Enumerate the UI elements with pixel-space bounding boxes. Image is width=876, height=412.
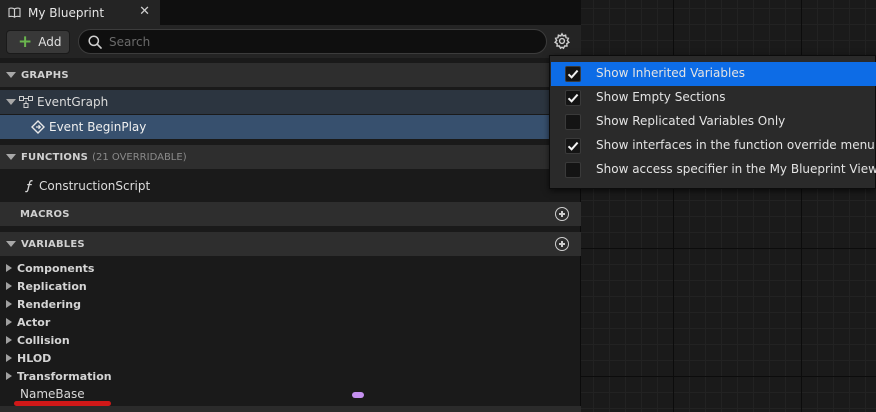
- section-functions-label: FUNCTIONS: [21, 151, 89, 163]
- checkmark-icon: [567, 93, 579, 103]
- collapsed-arrow-icon: [6, 354, 12, 362]
- variable-category-actor[interactable]: Actor: [0, 313, 581, 331]
- function-icon: [25, 180, 33, 193]
- checkmark-icon: [567, 69, 579, 79]
- checkmark-icon: [567, 141, 579, 151]
- expand-arrow-icon: [6, 72, 16, 78]
- search-box[interactable]: [78, 29, 547, 54]
- menu-item-label: Show interfaces in the function override…: [596, 138, 875, 152]
- section-functions[interactable]: FUNCTIONS (21 OVERRIDABLE): [0, 145, 581, 169]
- search-input[interactable]: [109, 34, 529, 49]
- section-functions-count: (21 OVERRIDABLE): [92, 151, 187, 163]
- menu-item-show-interfaces-in-override-menu[interactable]: Show interfaces in the function override…: [551, 134, 876, 158]
- section-macros-label: MACROS: [20, 208, 70, 220]
- add-button[interactable]: + Add: [6, 30, 70, 54]
- variable-category-label: Replication: [17, 279, 87, 293]
- variable-name: NameBase: [20, 387, 85, 401]
- event-graph-icon: [19, 96, 33, 108]
- collapsed-arrow-icon: [6, 318, 12, 326]
- menu-item-label: Show Empty Sections: [596, 90, 726, 104]
- add-button-label: Add: [38, 35, 62, 49]
- search-icon: [88, 34, 102, 49]
- tab-strip: My Blueprint ✕: [0, 0, 581, 25]
- variable-category-label: HLOD: [17, 351, 52, 365]
- menu-item-show-replicated-variables-only[interactable]: Show Replicated Variables Only: [551, 110, 876, 134]
- variable-category-label: Rendering: [17, 297, 81, 311]
- tab-title: My Blueprint: [28, 5, 105, 20]
- close-icon[interactable]: ✕: [139, 4, 150, 19]
- variable-category-replication[interactable]: Replication: [0, 277, 581, 295]
- menu-item-label: Show access specifier in the My Blueprin…: [596, 162, 876, 176]
- menu-item-label: Show Inherited Variables: [596, 66, 745, 80]
- collapsed-arrow-icon: [6, 336, 12, 344]
- graph-item-eventgraph[interactable]: EventGraph: [0, 90, 581, 114]
- section-variables[interactable]: VARIABLES: [0, 232, 581, 256]
- plus-icon: +: [18, 31, 33, 52]
- variable-category-components[interactable]: Components: [0, 259, 581, 277]
- section-variables-label: VARIABLES: [21, 238, 85, 250]
- settings-dropdown-menu: Show Inherited Variables Show Empty Sect…: [549, 55, 876, 189]
- horizontal-scrollbar[interactable]: [0, 406, 581, 412]
- graph-item-label: Event BeginPlay: [49, 120, 147, 134]
- add-macro-icon[interactable]: [555, 207, 569, 221]
- function-item-constructionscript[interactable]: ConstructionScript: [0, 174, 581, 198]
- variable-type-pill-icon[interactable]: [352, 392, 364, 398]
- variable-category-collision[interactable]: Collision: [0, 331, 581, 349]
- section-graphs[interactable]: GRAPHS: [0, 63, 581, 87]
- graph-item-event-beginplay[interactable]: Event BeginPlay: [0, 115, 581, 139]
- section-macros[interactable]: MACROS: [0, 202, 581, 226]
- section-graphs-label: GRAPHS: [21, 69, 69, 81]
- variable-category-label: Actor: [17, 315, 51, 329]
- variable-category-rendering[interactable]: Rendering: [0, 295, 581, 313]
- variable-category-label: Transformation: [17, 369, 112, 383]
- variable-category-label: Components: [17, 261, 95, 275]
- menu-item-show-empty-sections[interactable]: Show Empty Sections: [551, 86, 876, 110]
- variable-category-transformation[interactable]: Transformation: [0, 367, 581, 385]
- event-icon: [31, 120, 45, 134]
- checkbox[interactable]: [565, 90, 581, 106]
- function-item-label: ConstructionScript: [39, 179, 151, 193]
- tab-my-blueprint[interactable]: My Blueprint ✕: [0, 0, 160, 25]
- my-blueprint-panel: My Blueprint ✕ + Add GRAPHS: [0, 0, 581, 412]
- collapsed-arrow-icon: [6, 372, 12, 380]
- checkbox[interactable]: [565, 162, 581, 178]
- menu-item-show-access-specifier[interactable]: Show access specifier in the My Blueprin…: [551, 158, 876, 182]
- collapsed-arrow-icon: [6, 300, 12, 308]
- checkbox[interactable]: [565, 66, 581, 82]
- expand-arrow-icon: [6, 241, 16, 247]
- menu-item-label: Show Replicated Variables Only: [596, 114, 786, 128]
- variable-category-label: Collision: [17, 333, 70, 347]
- checkbox[interactable]: [565, 138, 581, 154]
- gear-icon[interactable]: [553, 32, 571, 50]
- collapsed-arrow-icon: [6, 264, 12, 272]
- toolbar: + Add: [0, 25, 581, 58]
- checkbox[interactable]: [565, 114, 581, 130]
- add-variable-icon[interactable]: [555, 237, 569, 251]
- graph-item-label: EventGraph: [37, 95, 109, 109]
- variable-category-hlod[interactable]: HLOD: [0, 349, 581, 367]
- expand-arrow-icon: [6, 154, 16, 160]
- expand-arrow-icon: [6, 99, 16, 105]
- book-icon: [8, 7, 21, 18]
- collapsed-arrow-icon: [6, 282, 12, 290]
- menu-item-show-inherited-variables[interactable]: Show Inherited Variables: [551, 62, 876, 86]
